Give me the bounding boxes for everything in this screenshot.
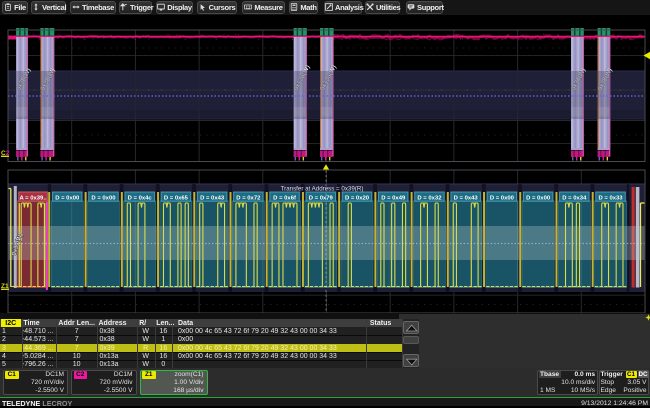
svg-text:D = 0x4c: D = 0x4c xyxy=(128,195,153,201)
svg-text:Transfer at Address = 0x39(R): Transfer at Address = 0x39(R) xyxy=(281,186,364,193)
svg-text:D = 0x33: D = 0x33 xyxy=(599,195,624,201)
svg-text:D = 0x43: D = 0x43 xyxy=(200,195,225,201)
svg-text:D = 0x20: D = 0x20 xyxy=(345,195,370,201)
svg-text:D = 0x32: D = 0x32 xyxy=(417,195,442,201)
svg-text:D = 0x6f: D = 0x6f xyxy=(273,195,296,201)
svg-text:D = 0x00: D = 0x00 xyxy=(55,195,80,201)
svg-text:D = 0x79: D = 0x79 xyxy=(309,195,334,201)
svg-text:D = 0x65: D = 0x65 xyxy=(164,195,189,201)
svg-text:D = 0x00: D = 0x00 xyxy=(490,195,515,201)
svg-text:D = 0x49: D = 0x49 xyxy=(381,195,406,201)
svg-text:D = 0x00: D = 0x00 xyxy=(91,195,116,201)
svg-text:D = 0x43: D = 0x43 xyxy=(454,195,479,201)
svg-text:D = 0x34: D = 0x34 xyxy=(562,195,587,201)
svg-text:D = 0x00: D = 0x00 xyxy=(526,195,551,201)
svg-text:D = 0x72: D = 0x72 xyxy=(236,195,261,201)
svg-text:A = 0x39..: A = 0x39.. xyxy=(19,195,46,201)
